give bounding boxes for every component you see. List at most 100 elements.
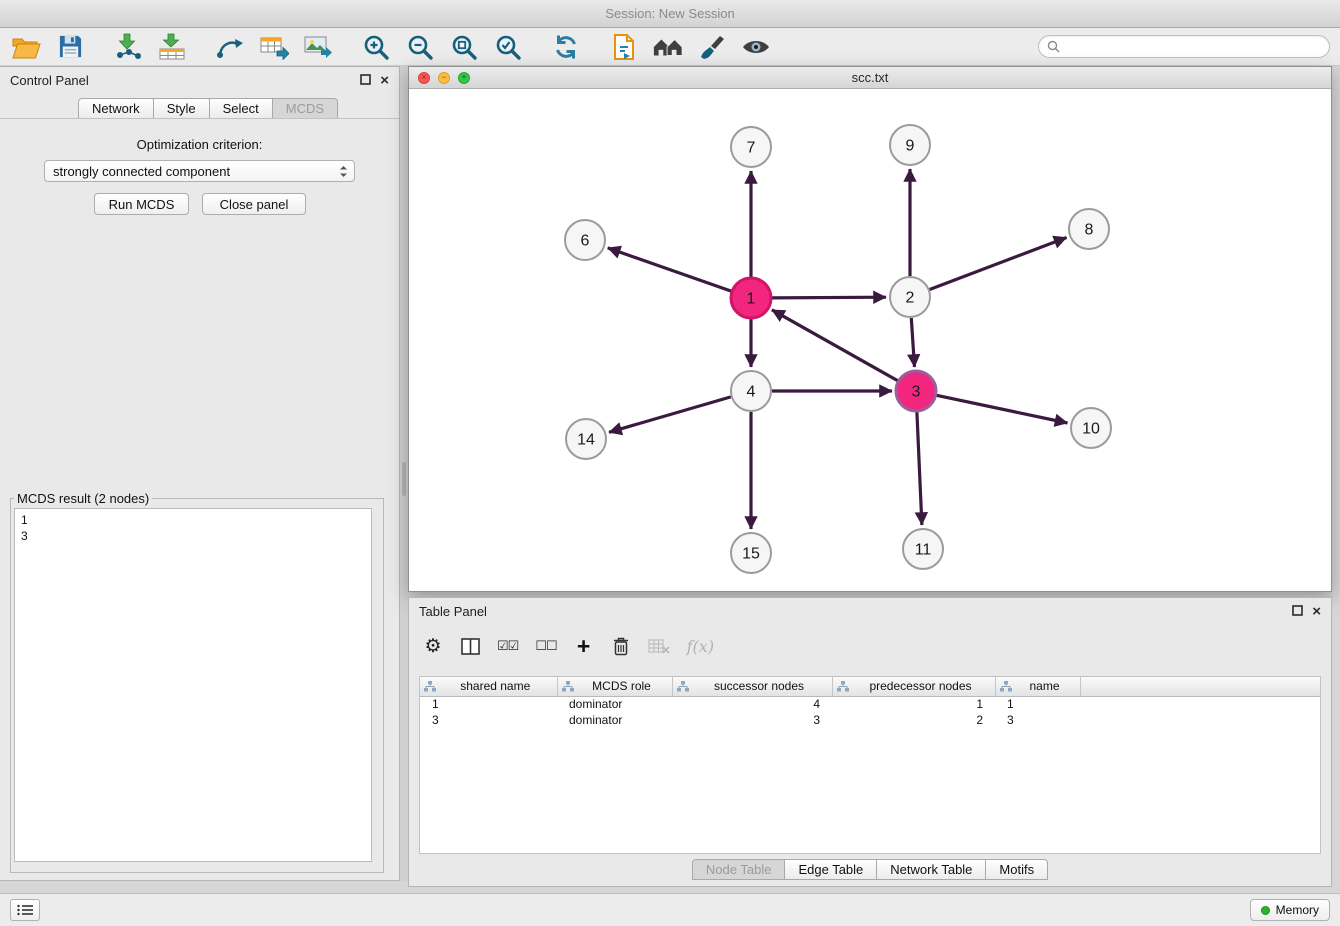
table-row[interactable]: 3dominator323 xyxy=(420,712,1320,728)
table-cell[interactable]: dominator xyxy=(557,696,672,712)
node-8[interactable]: 8 xyxy=(1069,209,1109,249)
network-graph[interactable]: 7 9 6 8 1 2 3 4 14 10 15 11 xyxy=(409,89,1331,591)
node-15[interactable]: 15 xyxy=(731,533,771,573)
table-tabs: Node Table Edge Table Network Table Moti… xyxy=(409,859,1331,880)
edge-3-to-1[interactable] xyxy=(772,310,898,381)
table-cell[interactable]: 3 xyxy=(672,712,832,728)
import-table-button[interactable] xyxy=(156,31,188,63)
tab-style[interactable]: Style xyxy=(154,98,210,119)
float-panel-icon[interactable] xyxy=(360,73,371,88)
status-bar: Memory xyxy=(0,893,1340,926)
table-cell[interactable]: dominator xyxy=(557,712,672,728)
edge-1-to-2[interactable] xyxy=(772,297,886,298)
zoom-fit-icon xyxy=(450,33,478,61)
import-network-button[interactable] xyxy=(112,31,144,63)
zoom-window-button[interactable]: + xyxy=(458,72,470,84)
close-table-panel-icon[interactable]: × xyxy=(1312,604,1321,619)
save-session-button[interactable] xyxy=(54,31,86,63)
node-7[interactable]: 7 xyxy=(731,127,771,167)
table-cell[interactable]: 2 xyxy=(832,712,995,728)
zoom-in-button[interactable] xyxy=(360,31,392,63)
table-cell[interactable]: 1 xyxy=(995,696,1080,712)
control-panel-tabs: Network Style Select MCDS xyxy=(78,98,338,119)
home-view-button[interactable] xyxy=(652,31,684,63)
edge-4-to-14[interactable] xyxy=(609,397,731,432)
style-button[interactable] xyxy=(696,31,728,63)
node-6[interactable]: 6 xyxy=(565,220,605,260)
open-session-button[interactable] xyxy=(10,31,42,63)
column-header-MCDS-role[interactable]: MCDS role xyxy=(557,677,672,696)
column-header-successor-nodes[interactable]: successor nodes xyxy=(672,677,832,696)
tab-edge-table[interactable]: Edge Table xyxy=(785,859,877,880)
network-window-title: scc.txt xyxy=(409,70,1331,85)
edge-2-to-3[interactable] xyxy=(911,318,914,367)
float-table-panel-icon[interactable] xyxy=(1292,604,1303,619)
delete-column-trash-icon[interactable] xyxy=(611,634,631,658)
node-14[interactable]: 14 xyxy=(566,419,606,459)
export-image-button[interactable] xyxy=(302,31,334,63)
zoom-out-button[interactable] xyxy=(404,31,436,63)
run-mcds-button[interactable]: Run MCDS xyxy=(94,193,189,215)
column-sort-icon xyxy=(424,681,436,695)
memory-button[interactable]: Memory xyxy=(1250,899,1330,921)
zoom-fit-button[interactable] xyxy=(448,31,480,63)
show-columns-icon[interactable] xyxy=(460,634,480,658)
table-cell[interactable]: 3 xyxy=(420,712,557,728)
tab-network[interactable]: Network xyxy=(78,98,154,119)
network-canvas[interactable]: 7 9 6 8 1 2 3 4 14 10 15 11 xyxy=(409,89,1331,591)
column-header-predecessor-nodes[interactable]: predecessor nodes xyxy=(832,677,995,696)
table-settings-gear-icon[interactable]: ⚙ xyxy=(423,634,443,658)
node-11[interactable]: 11 xyxy=(903,529,943,569)
tab-mcds[interactable]: MCDS xyxy=(273,98,338,119)
table-cell[interactable]: 3 xyxy=(995,712,1080,728)
column-header-shared-name[interactable]: shared name xyxy=(420,677,557,696)
node-table-body: 1dominator4113dominator323 xyxy=(420,696,1320,728)
search-box[interactable] xyxy=(1038,35,1330,58)
tab-node-table[interactable]: Node Table xyxy=(692,859,786,880)
table-cell[interactable]: 4 xyxy=(672,696,832,712)
task-history-button[interactable] xyxy=(10,899,40,921)
save-icon xyxy=(58,34,83,59)
close-panel-button[interactable]: Close panel xyxy=(202,193,306,215)
select-all-columns-icon[interactable]: ☑☑ xyxy=(497,634,518,658)
node-2[interactable]: 2 xyxy=(890,277,930,317)
node-label: 11 xyxy=(915,542,932,559)
folder-icon xyxy=(11,34,41,60)
refresh-layout-button[interactable] xyxy=(550,31,582,63)
vertical-splitter[interactable] xyxy=(400,66,408,881)
table-cell[interactable]: 1 xyxy=(832,696,995,712)
tab-select[interactable]: Select xyxy=(210,98,273,119)
search-input[interactable] xyxy=(1065,40,1321,54)
node-1[interactable]: 1 xyxy=(731,278,771,318)
node-table[interactable]: shared nameMCDS rolesuccessor nodesprede… xyxy=(419,676,1321,854)
zoom-selected-button[interactable] xyxy=(492,31,524,63)
minimize-window-button[interactable]: − xyxy=(438,72,450,84)
edge-1-to-6[interactable] xyxy=(608,248,732,291)
close-window-button[interactable]: × xyxy=(418,72,430,84)
table-cell[interactable]: 1 xyxy=(420,696,557,712)
edge-2-to-8[interactable] xyxy=(930,238,1067,290)
edge-3-to-10[interactable] xyxy=(937,395,1068,423)
column-header-filler xyxy=(1080,677,1320,696)
close-panel-icon[interactable]: × xyxy=(380,73,389,88)
node-9[interactable]: 9 xyxy=(890,125,930,165)
table-row[interactable]: 1dominator411 xyxy=(420,696,1320,712)
node-4[interactable]: 4 xyxy=(731,371,771,411)
unselect-all-columns-icon[interactable]: ☐☐ xyxy=(535,634,556,658)
node-label: 6 xyxy=(581,233,590,250)
network-window-titlebar[interactable]: scc.txt × − + xyxy=(409,67,1331,89)
mcds-result-list[interactable]: 13 xyxy=(14,508,372,862)
tab-network-table[interactable]: Network Table xyxy=(877,859,986,880)
network-tools-button[interactable] xyxy=(214,31,246,63)
optimization-dropdown[interactable]: strongly connected component xyxy=(44,160,355,182)
session-doc-button[interactable] xyxy=(608,31,640,63)
table-header-row: shared nameMCDS rolesuccessor nodesprede… xyxy=(420,677,1320,696)
tab-motifs[interactable]: Motifs xyxy=(986,859,1048,880)
add-column-icon[interactable]: + xyxy=(574,634,594,658)
column-header-name[interactable]: name xyxy=(995,677,1080,696)
node-3[interactable]: 3 xyxy=(896,371,936,411)
export-table-button[interactable] xyxy=(258,31,290,63)
show-hide-button[interactable] xyxy=(740,31,772,63)
edge-3-to-11[interactable] xyxy=(917,412,922,525)
node-10[interactable]: 10 xyxy=(1071,408,1111,448)
